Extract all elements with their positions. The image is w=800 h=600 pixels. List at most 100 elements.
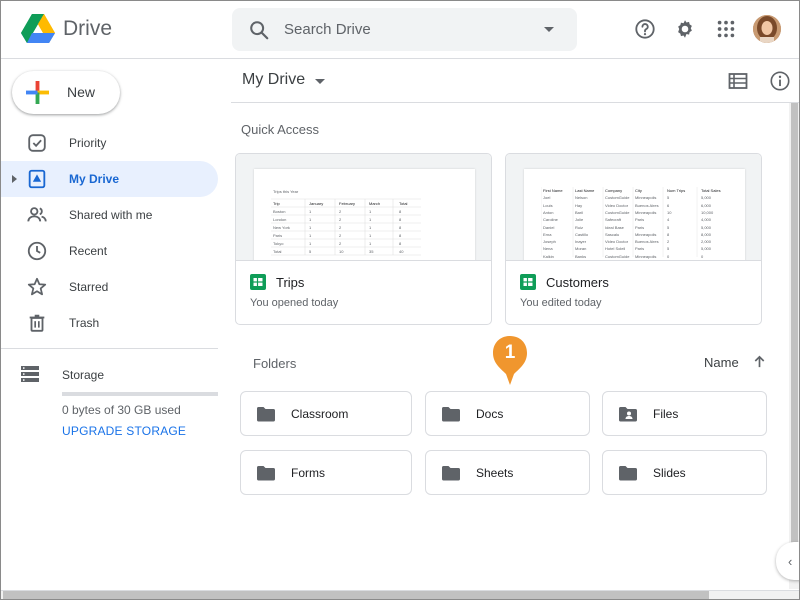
preview-cell: CustomGuide (605, 209, 630, 215)
preview-cell: Anton (543, 209, 554, 215)
preview-cell: Total (273, 249, 282, 254)
preview-cell: 1 (309, 233, 312, 238)
preview-cell: 2 (339, 217, 342, 222)
preview-cell: Num Trips (667, 188, 686, 193)
preview-cell: 1 (369, 241, 372, 246)
folder-forms[interactable]: Forms (240, 450, 412, 495)
search-icon[interactable] (248, 19, 270, 41)
preview-cell: Minneapolis (635, 231, 657, 237)
app-title: Drive (63, 17, 113, 40)
preview-cell: Caroline (543, 217, 558, 223)
preview-cell: 6 (667, 202, 670, 208)
storage-icon (21, 366, 39, 382)
sidebar-item-shared-with-me[interactable]: Shared with me (1, 197, 218, 233)
folder-label: Files (653, 407, 679, 421)
spreadsheet-preview: Trips this Year Trip January February March… (254, 169, 475, 260)
help-icon[interactable] (634, 18, 656, 40)
breadcrumb[interactable]: My Drive (242, 71, 305, 89)
step-callout-badge (493, 336, 527, 385)
folder-classroom[interactable]: Classroom (240, 391, 412, 436)
quick-access-title: Quick Access (241, 122, 320, 137)
preview-cell: City (635, 188, 642, 193)
my-drive-icon (28, 169, 46, 189)
preview-cell: 8,000 (701, 231, 712, 237)
folder-files[interactable]: Files (602, 391, 767, 436)
search-bar[interactable]: Search Drive (232, 8, 577, 51)
preview-cell: Sascalu (605, 231, 620, 237)
preview-cell: 5,000 (701, 224, 712, 230)
preview-cell: Company (605, 188, 623, 193)
preview-cell: Banks (575, 253, 587, 259)
sheets-icon (250, 274, 266, 290)
sidebar-item-recent[interactable]: Recent (1, 233, 218, 269)
file-activity: You opened today (250, 297, 339, 309)
preview-cell: Trip (273, 201, 280, 206)
folder-icon (619, 466, 637, 481)
storage-label[interactable]: Storage (62, 368, 104, 382)
upgrade-storage-link[interactable]: UPGRADE STORAGE (62, 424, 186, 438)
file-activity: You edited today (520, 297, 602, 309)
avatar[interactable] (753, 15, 781, 43)
folder-sheets[interactable]: Sheets (425, 450, 590, 495)
preview-cell: January (309, 201, 324, 206)
folder-label: Docs (476, 407, 504, 421)
preview-cell: Castillo (575, 231, 589, 237)
preview-cell: 1 (369, 209, 372, 214)
info-icon[interactable] (769, 70, 791, 92)
folder-label: Sheets (476, 466, 514, 480)
file-thumbnail: Trips this Year Trip January February March… (236, 154, 491, 261)
expand-arrow-icon[interactable] (12, 175, 17, 183)
preview-cell: Nelson (575, 195, 588, 201)
list-view-icon[interactable] (728, 71, 748, 91)
folder-icon (257, 407, 275, 422)
folder-icon (442, 407, 460, 422)
vertical-scrollbar-thumb[interactable] (791, 103, 798, 569)
gear-icon[interactable] (674, 18, 696, 40)
preview-cell: 1 (369, 233, 372, 238)
preview-cell: Inayer (575, 239, 587, 245)
chevron-down-icon[interactable] (315, 79, 325, 84)
chevron-down-icon[interactable] (544, 27, 554, 32)
sidebar-item-label: Recent (69, 244, 108, 258)
preview-cell: Hotel Soleil (605, 246, 626, 252)
preview-cell: 8 (667, 231, 670, 237)
preview-cell: Video Doctor (605, 239, 629, 245)
new-button[interactable]: New (12, 71, 120, 114)
shared-icon (27, 207, 47, 222)
quick-access-card-customers[interactable]: First Name Last Name Company City Num Trips T… (505, 153, 762, 325)
search-input[interactable]: Search Drive (284, 21, 371, 38)
quick-access-card-trips[interactable]: Trips this Year Trip January February March… (235, 153, 492, 325)
folder-label: Slides (653, 466, 686, 480)
plus-icon (26, 81, 49, 104)
preview-cell: Nena (543, 246, 553, 252)
side-panel-toggle[interactable]: ‹ (776, 542, 799, 580)
drive-logo-icon[interactable] (21, 14, 55, 44)
horizontal-scrollbar-thumb[interactable] (3, 591, 709, 599)
preview-cell: 40 (399, 249, 404, 254)
preview-cell: CustomGuide (605, 253, 630, 259)
preview-cell: Baril (575, 209, 584, 215)
apps-grid-icon[interactable] (715, 18, 737, 40)
preview-cell: 2,000 (701, 239, 712, 245)
priority-icon (28, 134, 46, 152)
folder-docs[interactable]: Docs (425, 391, 590, 436)
preview-cell: 1 (309, 241, 312, 246)
sidebar-item-trash[interactable]: Trash (1, 305, 218, 341)
sort-by-name[interactable]: Name (704, 355, 739, 370)
preview-cell: March (369, 201, 381, 206)
spreadsheet-preview: First Name Last Name Company City Num Trips T… (524, 169, 745, 260)
sidebar-item-my-drive[interactable]: My Drive (1, 161, 218, 197)
arrow-up-icon[interactable] (752, 354, 767, 369)
sidebar-item-starred[interactable]: Starred (1, 269, 218, 305)
preview-cell: 2 (339, 209, 342, 214)
shared-folder-icon (619, 407, 637, 422)
preview-cell: 1 (309, 209, 312, 214)
preview-cell: Boston (273, 209, 286, 214)
chevron-left-icon: ‹ (788, 554, 793, 569)
sidebar-item-priority[interactable]: Priority (1, 125, 218, 161)
drive-window: Drive Search Drive New Priority My Drive… (0, 0, 800, 600)
main-toolbar: My Drive (231, 59, 799, 103)
file-title: Trips (276, 275, 305, 290)
preview-cell: 8 (399, 241, 402, 246)
folder-slides[interactable]: Slides (602, 450, 767, 495)
